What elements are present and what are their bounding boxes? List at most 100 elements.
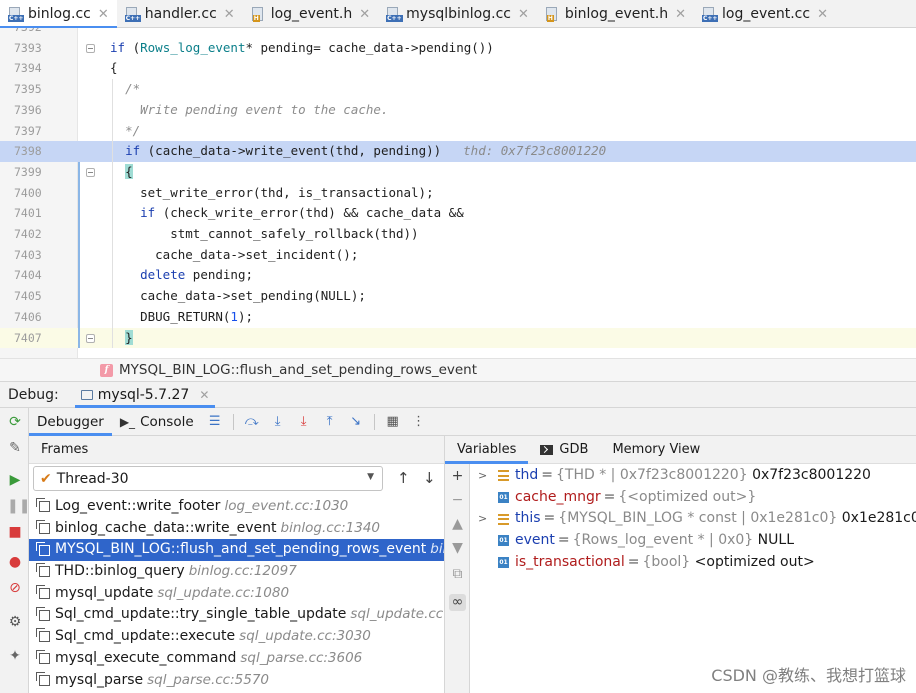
code-line[interactable]: 7397 */ <box>0 121 916 142</box>
step-out-icon[interactable]: ⤒ <box>319 411 341 433</box>
step-into-icon[interactable]: ⤓ <box>267 411 289 433</box>
add-watch-icon[interactable]: + <box>449 468 466 485</box>
force-step-into-icon[interactable]: ⤓ <box>293 411 315 433</box>
next-frame-icon[interactable]: ↓ <box>423 469 436 487</box>
check-icon: ✔ <box>40 470 52 487</box>
close-session-icon[interactable]: ✕ <box>199 388 209 402</box>
fold-marker-icon[interactable] <box>86 43 95 53</box>
code-line[interactable]: 7393 if (Rows_log_event* pending= cache_d… <box>0 38 916 59</box>
code-line[interactable]: 7405 cache_data->set_pending(NULL); <box>0 286 916 307</box>
step-over-icon[interactable]: ⤼ <box>241 411 263 433</box>
frame-location: sql_parse.cc:3606 <box>240 649 363 666</box>
code-line[interactable]: 7396 Write pending event to the cache. <box>0 100 916 121</box>
remove-watch-icon[interactable]: − <box>449 492 466 509</box>
show-execution-point-icon[interactable]: ☰ <box>204 411 226 433</box>
stack-frame[interactable]: binlog_cache_data::write_event binlog.cc:… <box>29 518 444 540</box>
code-line[interactable]: 7403 cache_data->set_incident(); <box>0 245 916 266</box>
close-tab-icon[interactable]: ✕ <box>675 7 686 22</box>
previous-frame-icon[interactable]: ↑ <box>397 469 410 487</box>
fold-marker-icon[interactable] <box>86 167 95 177</box>
header-file-icon: H <box>545 6 560 22</box>
editor-tab-2[interactable]: Hlog_event.h ✕ <box>243 0 378 28</box>
wrench-icon[interactable]: ✎ <box>7 440 23 456</box>
variable-row[interactable]: 01 cache_mngr = {<optimized out>} <box>478 487 914 509</box>
tab-variables[interactable]: Variables <box>445 436 529 464</box>
code-line[interactable]: 7392 <box>0 28 916 38</box>
copy-icon[interactable]: ⧉ <box>449 566 466 583</box>
editor-tab-0[interactable]: C++ binlog.cc ✕ <box>0 0 117 29</box>
vcs-change-marker[interactable] <box>78 161 80 349</box>
code-text: Write pending event to the cache. <box>125 101 389 117</box>
pause-icon[interactable]: ❚❚ <box>7 498 30 514</box>
stop-icon[interactable]: ■ <box>7 524 23 540</box>
editor-tab-5[interactable]: C++ log_event.cc ✕ <box>694 0 836 28</box>
view-breakpoints-icon[interactable]: ● <box>7 554 23 570</box>
code-line[interactable]: 7394 { <box>0 58 916 79</box>
resume-icon[interactable]: ▶ <box>7 472 23 488</box>
frame-icon <box>36 585 50 600</box>
code-line[interactable]: 7407 } <box>0 327 916 349</box>
code-line[interactable]: 7401 if (check_write_error(thd) && cache… <box>0 203 916 224</box>
stack-frame[interactable]: mysql_update sql_update.cc:1080 <box>29 583 444 605</box>
equals-sign: = <box>603 488 616 505</box>
run-to-cursor-icon[interactable]: ↘ <box>345 411 367 433</box>
code-line[interactable]: 7399 { <box>0 162 916 183</box>
variable-row[interactable]: 01 event = {Rows_log_event * | 0x0} NULL <box>478 530 914 552</box>
frame-location: sql_update.cc:1080 <box>157 584 290 601</box>
code-editor[interactable]: 7392 7393 if (Rows_log_event* pending= cac… <box>0 28 916 358</box>
close-tab-icon[interactable]: ✕ <box>224 7 235 22</box>
glasses-icon[interactable]: ∞ <box>449 594 466 611</box>
close-tab-icon[interactable]: ✕ <box>98 7 109 22</box>
editor-tab-bar: C++ binlog.cc ✕ C++ handler.cc ✕ Hlog_event.h ✕… <box>0 0 916 29</box>
breadcrumb[interactable]: f MYSQL_BIN_LOG::flush_and_set_pending_r… <box>0 358 916 382</box>
editor-tab-1[interactable]: C++ handler.cc ✕ <box>117 0 243 28</box>
stack-frame[interactable]: THD::binlog_query binlog.cc:12097 <box>29 561 444 583</box>
tab-memory-view[interactable]: Memory View <box>600 436 712 464</box>
frame-location: binlog.cc:12097 <box>188 563 297 580</box>
gdb-icon <box>540 444 554 455</box>
tab-console[interactable]: ▶_ Console <box>112 408 202 436</box>
editor-tab-3[interactable]: C++ mysqlbinlog.cc ✕ <box>378 0 537 28</box>
primitive-icon: 01 <box>498 535 509 547</box>
more-icon[interactable]: ⋮ <box>408 411 430 433</box>
thread-selector[interactable]: ✔ Thread-30 ▼ <box>33 466 383 491</box>
code-line[interactable]: 7395 /* <box>0 79 916 100</box>
settings-icon[interactable]: ⚙ <box>7 614 23 630</box>
close-tab-icon[interactable]: ✕ <box>817 7 828 22</box>
rerun-icon[interactable]: ⟳ <box>7 414 23 430</box>
move-up-icon[interactable]: ▲ <box>449 516 466 533</box>
editor-tab-4[interactable]: Hbinlog_event.h ✕ <box>537 0 694 28</box>
stack-frame[interactable]: Log_event::write_footer log_event.cc:1030 <box>29 496 444 518</box>
code-line[interactable]: 7402 stmt_cannot_safely_rollback(thd)) <box>0 224 916 245</box>
evaluate-expression-icon[interactable]: ▦ <box>382 411 404 433</box>
variable-row[interactable]: > thd = {THD * | 0x7f23c8001220} 0x7f23c800… <box>478 465 914 487</box>
stack-frame[interactable]: mysql_execute_command sql_parse.cc:3606 <box>29 648 444 670</box>
code-line[interactable]: 7400 set_write_error(thd, is_transaction… <box>0 183 916 204</box>
pin-icon[interactable]: ✦ <box>7 648 23 664</box>
mute-breakpoints-icon[interactable]: ⊘ <box>7 580 23 596</box>
code-line[interactable]: 7398 if (cache_data->write_event(thd, pe… <box>0 141 916 162</box>
stack-frame[interactable]: Sql_cmd_update::execute sql_update.cc:303… <box>29 626 444 648</box>
stack-frame[interactable]: MYSQL_BIN_LOG::flush_and_set_pending_row… <box>29 539 444 562</box>
expand-chevron-icon[interactable]: > <box>478 465 487 487</box>
move-down-icon[interactable]: ▼ <box>449 540 466 557</box>
tab-debugger[interactable]: Debugger <box>29 408 112 436</box>
frame-function: mysql_update <box>55 584 154 601</box>
code-line[interactable]: 7406 DBUG_RETURN(1); <box>0 307 916 328</box>
variable-row[interactable]: > this = {MYSQL_BIN_LOG * const | 0x1e281c0… <box>478 508 916 530</box>
fold-marker-icon[interactable] <box>86 333 95 343</box>
tab-gdb[interactable]: GDB <box>528 436 600 464</box>
variable-row[interactable]: 01 is_transactional = {bool} <optimized out… <box>478 552 914 574</box>
stack-frame[interactable]: mysql_parse sql_parse.cc:5570 <box>29 670 444 692</box>
line-number: 7397 <box>14 123 42 138</box>
close-tab-icon[interactable]: ✕ <box>518 7 529 22</box>
stack-frame[interactable]: Sql_cmd_update::try_single_table_update s… <box>29 604 444 626</box>
line-number: 7404 <box>14 268 42 283</box>
debug-session-tab[interactable]: mysql-5.7.27 ✕ <box>74 382 216 408</box>
close-tab-icon[interactable]: ✕ <box>359 7 370 22</box>
expand-chevron-icon[interactable]: > <box>478 508 487 530</box>
debug-session-label: mysql-5.7.27 <box>97 386 190 403</box>
code-line[interactable]: 7404 delete pending; <box>0 265 916 286</box>
frames-panel: Frames ✔ Thread-30 ▼ ↑ ↓ Log_event::writ… <box>29 436 445 693</box>
tab-gdb-label: GDB <box>559 441 589 457</box>
